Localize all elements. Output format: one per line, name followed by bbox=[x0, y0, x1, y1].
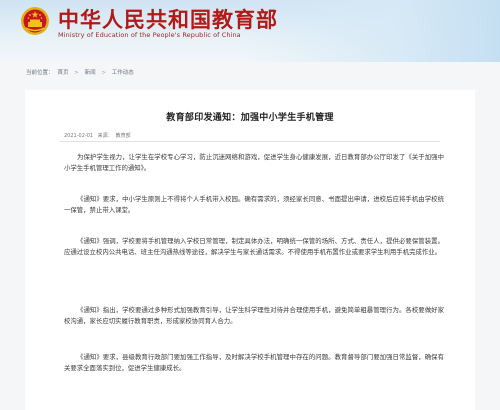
article-paragraph-4: 《通知》指出，学校要通过多种形式加强教育引导，让学生科学理性对待并合理使用手机，… bbox=[64, 306, 444, 325]
article-source-label: 来源： bbox=[97, 133, 113, 139]
article-source: 教育部 bbox=[115, 133, 131, 139]
article-title: 教育部印发通知：加强中小学生手机管理 bbox=[166, 113, 334, 123]
site-subtitle: Ministry of Education of the People's Re… bbox=[58, 31, 241, 39]
breadcrumb-item-home[interactable]: 首页 bbox=[58, 70, 69, 76]
divider bbox=[60, 141, 440, 142]
article-paragraph-1: 为保护学生视力，让学生在学校专心学习，防止沉迷网络和游戏，促进学生身心健康发展，… bbox=[64, 153, 444, 172]
article-paragraph-2: 《通知》要求，中小学生原则上不得将个人手机带入校园。确有需求的，须经家长同意、书… bbox=[64, 195, 444, 214]
article-paragraph-3: 《通知》强调，学校要将手机管理纳入学校日常管理，制定具体办法，明确统一保管的场所… bbox=[64, 237, 444, 256]
article-meta: 2021-02-01 来源： 教育部 bbox=[64, 132, 134, 139]
breadcrumb: 当前位置： 首页 > 新闻 > 工作动态 bbox=[26, 68, 138, 76]
site-title[interactable]: 中华人民共和国教育部 bbox=[58, 4, 278, 34]
breadcrumb-label: 当前位置： bbox=[26, 70, 54, 76]
breadcrumb-item-news[interactable]: 新闻 bbox=[85, 70, 96, 76]
article-paragraph-5: 《通知》要求，县级教育行政部门要加强工作指导，及时解决学校手机管理中存在的问题。… bbox=[64, 353, 444, 372]
breadcrumb-separator: > bbox=[101, 70, 107, 76]
breadcrumb-item-work-news[interactable]: 工作动态 bbox=[112, 70, 134, 76]
header-background bbox=[240, 0, 500, 62]
national-emblem-icon[interactable] bbox=[20, 6, 50, 36]
article-date: 2021-02-01 bbox=[64, 133, 94, 139]
breadcrumb-separator: > bbox=[74, 70, 79, 76]
site-header: 中华人民共和国教育部 Ministry of Education of the … bbox=[0, 0, 500, 62]
